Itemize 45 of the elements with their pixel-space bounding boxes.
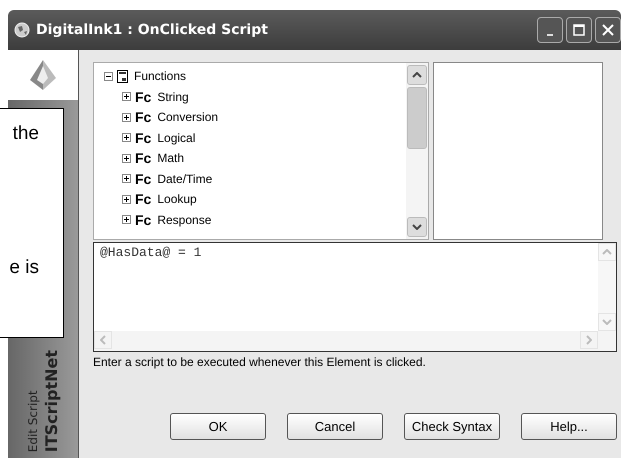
tree-item[interactable]: Conversion (155, 110, 218, 124)
tree-item[interactable]: Lookup (155, 192, 197, 206)
tree-item[interactable]: Math (155, 151, 184, 166)
expand-icon[interactable] (122, 174, 131, 184)
function-icon: Fc (135, 170, 152, 187)
maximize-icon (573, 24, 585, 36)
expand-icon[interactable] (122, 133, 131, 142)
sidebar-subtitle: Edit Script (26, 389, 40, 452)
function-icon: Fc (135, 109, 152, 126)
tree-item[interactable]: Logical (155, 130, 196, 145)
function-icon: Fc (135, 88, 152, 105)
expand-icon[interactable] (122, 92, 131, 102)
tree-item[interactable]: Response (155, 212, 212, 227)
dialog-button[interactable]: Cancel (287, 413, 383, 440)
scrollbar[interactable] (406, 63, 428, 239)
dialog-button[interactable]: OK (170, 413, 266, 440)
tree-item[interactable]: String (155, 90, 189, 104)
scroll-down-icon[interactable] (407, 217, 427, 237)
expand-icon[interactable] (122, 215, 131, 224)
callout-text: e is (9, 257, 40, 279)
function-icon: Fc (135, 212, 152, 228)
dialog-button[interactable]: Check Syntax (404, 413, 500, 440)
tree-item[interactable]: Functions (132, 69, 186, 84)
expand-icon[interactable] (122, 112, 131, 122)
tree-item[interactable]: Date/Time (155, 172, 212, 186)
close-icon (602, 24, 614, 36)
callout-text: the (12, 123, 40, 145)
expand-icon[interactable] (122, 154, 131, 163)
minimize-button[interactable] (537, 17, 563, 43)
function-icon: Fc (135, 130, 152, 146)
collapse-icon[interactable] (104, 72, 113, 81)
maximize-button[interactable] (566, 17, 592, 43)
scroll-up-icon[interactable] (407, 65, 427, 85)
product-name: ITScriptNet (42, 350, 60, 452)
window-title: DigitalInk1 : OnClicked Script (36, 22, 268, 38)
script-text: @HasData@ = 1 (99, 244, 202, 262)
hint-text: Enter a script to be executed whenever this Element is clicked. (93, 354, 427, 369)
function-icon: Fc (135, 191, 152, 208)
function-icon: Fc (135, 150, 152, 166)
close-button[interactable] (595, 17, 621, 43)
dialog-button[interactable]: Help... (521, 413, 617, 440)
globe-icon (14, 22, 30, 38)
minimize-icon (547, 34, 553, 36)
document-icon (117, 70, 128, 83)
expand-icon[interactable] (122, 194, 131, 204)
